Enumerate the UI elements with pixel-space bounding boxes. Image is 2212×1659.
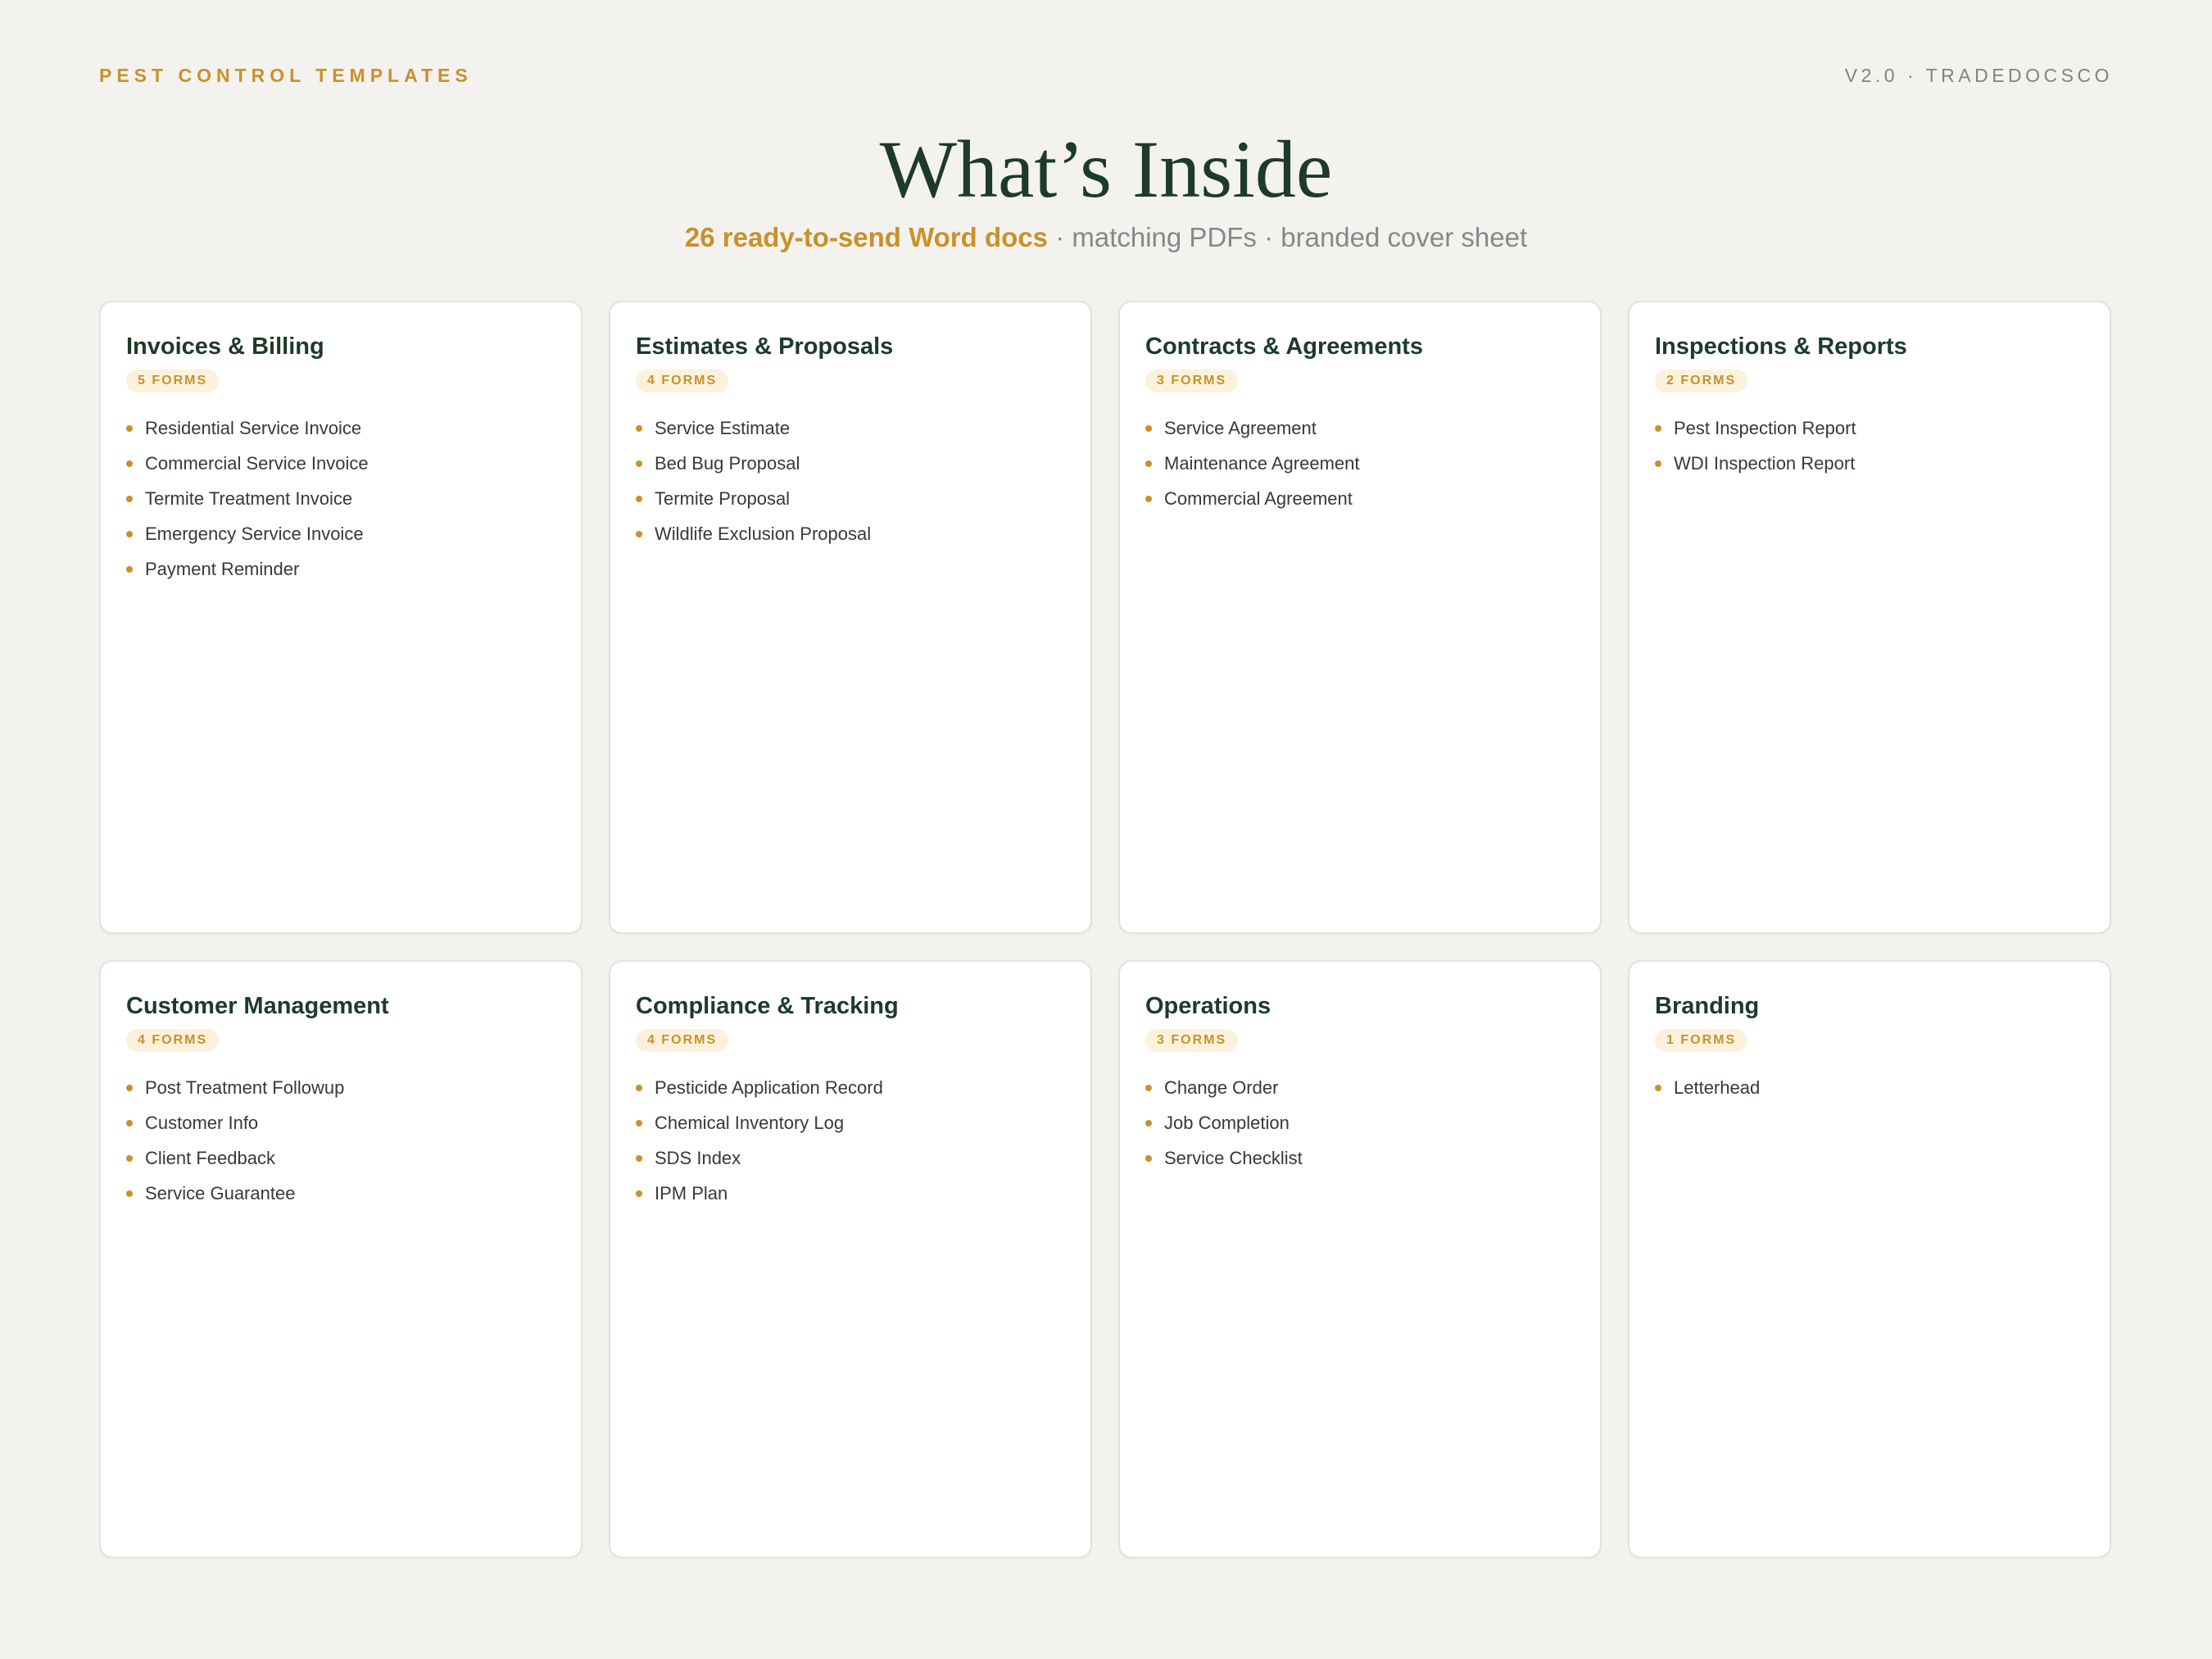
category-card-operations: Operations 3 FORMS Change Order Job Comp…	[1118, 960, 1602, 1558]
form-count-badge: 5 FORMS	[126, 369, 220, 392]
form-list-item: Chemical Inventory Log	[636, 1105, 1066, 1140]
form-list-item: Letterhead	[1655, 1070, 2085, 1105]
bullet-icon	[636, 1155, 642, 1162]
form-list-item: Pest Inspection Report	[1655, 410, 2085, 446]
card-title: Contracts & Agreements	[1145, 333, 1423, 360]
form-list-item: Commercial Service Invoice	[126, 446, 556, 481]
bullet-icon	[1145, 1120, 1152, 1126]
card-title: Customer Management	[126, 993, 389, 1019]
bullet-icon	[636, 531, 642, 537]
form-list-item: IPM Plan	[636, 1176, 1066, 1211]
category-card-compliance-tracking: Compliance & Tracking 4 FORMS Pesticide …	[609, 960, 1092, 1558]
form-list-item: Change Order	[1145, 1070, 1575, 1105]
form-list-item: Customer Info	[126, 1105, 556, 1140]
version-label: V2.0 · TRADEDOCSCO	[1844, 65, 2113, 86]
bullet-icon	[126, 1120, 133, 1126]
form-list-item: Residential Service Invoice	[126, 410, 556, 446]
form-list-item: Bed Bug Proposal	[636, 446, 1066, 481]
bullet-icon	[126, 566, 133, 573]
form-list: Pesticide Application Record Chemical In…	[636, 1070, 1066, 1211]
form-list-item: Job Completion	[1145, 1105, 1575, 1140]
page-subtitle: 26 ready-to-send Word docs · matching PD…	[0, 221, 2212, 254]
card-title: Compliance & Tracking	[636, 993, 899, 1019]
subtitle-highlight: 26 ready-to-send Word docs	[684, 222, 1049, 252]
form-list-item: Maintenance Agreement	[1145, 446, 1575, 481]
bullet-icon	[1145, 1085, 1152, 1091]
bullet-icon	[636, 460, 642, 467]
bullet-icon	[1655, 1085, 1661, 1091]
form-count-badge: 4 FORMS	[636, 369, 729, 392]
form-list-item: Client Feedback	[126, 1140, 556, 1176]
card-title: Operations	[1145, 993, 1271, 1019]
card-title: Estimates & Proposals	[636, 333, 894, 360]
form-list-item: Post Treatment Followup	[126, 1070, 556, 1105]
form-list-item: Termite Treatment Invoice	[126, 481, 556, 516]
form-count-badge: 1 FORMS	[1655, 1029, 1748, 1052]
form-list: Change Order Job Completion Service Chec…	[1145, 1070, 1575, 1176]
bullet-icon	[126, 425, 133, 432]
category-grid: Invoices & Billing 5 FORMS Residential S…	[99, 301, 2113, 1558]
bullet-icon	[126, 531, 133, 537]
category-card-customer-management: Customer Management 4 FORMS Post Treatme…	[99, 960, 582, 1558]
bullet-icon	[126, 1085, 133, 1091]
category-card-contracts-agreements: Contracts & Agreements 3 FORMS Service A…	[1118, 301, 1602, 934]
form-count-badge: 4 FORMS	[636, 1029, 729, 1052]
form-list: Post Treatment Followup Customer Info Cl…	[126, 1070, 556, 1211]
form-list-item: Wildlife Exclusion Proposal	[636, 516, 1066, 551]
form-count-badge: 2 FORMS	[1655, 369, 1748, 392]
category-card-estimates-proposals: Estimates & Proposals 4 FORMS Service Es…	[609, 301, 1092, 934]
bullet-icon	[1145, 496, 1152, 502]
form-list-item: Payment Reminder	[126, 551, 556, 587]
form-count-badge: 3 FORMS	[1145, 369, 1239, 392]
form-list: Residential Service Invoice Commercial S…	[126, 410, 556, 587]
form-list: Service Estimate Bed Bug Proposal Termit…	[636, 410, 1066, 551]
card-title: Branding	[1655, 993, 1760, 1019]
form-list-item: Commercial Agreement	[1145, 481, 1575, 516]
bullet-icon	[636, 425, 642, 432]
form-list-item: Pesticide Application Record	[636, 1070, 1066, 1105]
bullet-icon	[1655, 460, 1661, 467]
form-list: Pest Inspection Report WDI Inspection Re…	[1655, 410, 2085, 481]
bullet-icon	[126, 496, 133, 502]
bullet-icon	[636, 1085, 642, 1091]
category-card-invoices-billing: Invoices & Billing 5 FORMS Residential S…	[99, 301, 582, 934]
bullet-icon	[636, 1190, 642, 1197]
bullet-icon	[126, 1155, 133, 1162]
bullet-icon	[126, 1190, 133, 1197]
form-list-item: Service Estimate	[636, 410, 1066, 446]
bullet-icon	[126, 460, 133, 467]
page-title: What’s Inside	[879, 124, 1333, 215]
form-count-badge: 4 FORMS	[126, 1029, 220, 1052]
subtitle-rest: · matching PDFs · branded cover sheet	[1048, 222, 1528, 252]
form-list-item: Termite Proposal	[636, 481, 1066, 516]
form-list-item: Service Guarantee	[126, 1176, 556, 1211]
form-list-item: Service Checklist	[1145, 1140, 1575, 1176]
category-card-branding: Branding 1 FORMS Letterhead	[1628, 960, 2111, 1558]
form-list-item: Service Agreement	[1145, 410, 1575, 446]
bullet-icon	[1145, 1155, 1152, 1162]
form-list: Letterhead	[1655, 1070, 2085, 1105]
form-list-item: SDS Index	[636, 1140, 1066, 1176]
bullet-icon	[636, 496, 642, 502]
bullet-icon	[1655, 425, 1661, 432]
form-count-badge: 3 FORMS	[1145, 1029, 1239, 1052]
form-list-item: Emergency Service Invoice	[126, 516, 556, 551]
bullet-icon	[1145, 460, 1152, 467]
brand-label: PEST CONTROL TEMPLATES	[99, 65, 473, 86]
bullet-icon	[636, 1120, 642, 1126]
bullet-icon	[1145, 425, 1152, 432]
form-list: Service Agreement Maintenance Agreement …	[1145, 410, 1575, 516]
card-title: Invoices & Billing	[126, 333, 324, 360]
card-title: Inspections & Reports	[1655, 333, 1907, 360]
category-card-inspections-reports: Inspections & Reports 2 FORMS Pest Inspe…	[1628, 301, 2111, 934]
form-list-item: WDI Inspection Report	[1655, 446, 2085, 481]
